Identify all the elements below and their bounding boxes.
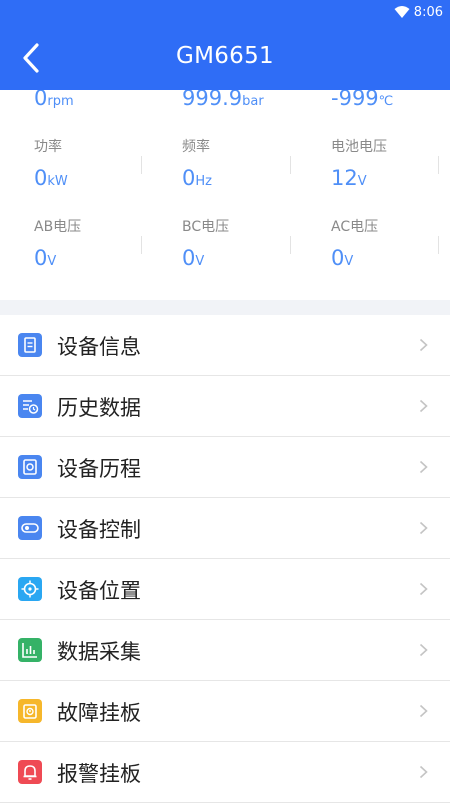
stat-value: 12V [331,166,367,190]
stat-value: 0kW [34,166,68,190]
chevron-right-icon [419,338,428,352]
column-divider [141,236,142,254]
section-gap [0,300,450,315]
menu-item-label: 设备位置 [57,579,141,603]
stat-value: 0V [34,246,57,270]
stat-label: 功率 [34,139,62,155]
location-icon [18,577,42,601]
fault-icon [18,699,42,723]
stats-panel: 0rpm 999.9bar -999℃ 功率 0kW 频率 0Hz 电池电压 1… [0,90,450,300]
menu-item-label: 数据采集 [57,640,141,664]
column-divider [438,156,439,174]
chevron-right-icon [419,643,428,657]
stat-label: BC电压 [182,219,230,235]
menu-item-history-data[interactable]: 历史数据 [0,376,450,437]
menu-item-label: 设备历程 [57,457,141,481]
status-time: 8:06 [413,5,443,20]
stat-speed: 0rpm [34,90,164,110]
chevron-right-icon [419,399,428,413]
stat-label: 电池电压 [331,139,387,155]
info-doc-icon [18,333,42,357]
wifi-icon [394,6,410,18]
stat-value: 999.9bar [182,90,264,110]
menu-item-device-record[interactable]: 设备历程 [0,437,450,498]
chevron-right-icon [419,521,428,535]
stat-bc-voltage: BC电压 0V [182,216,312,270]
chart-icon [18,638,42,662]
alarm-icon [18,760,42,784]
stat-value: 0V [331,246,354,270]
history-icon [18,394,42,418]
column-divider [141,156,142,174]
page-title: GM6651 [175,43,274,69]
menu-item-label: 故障挂板 [57,701,141,725]
menu-item-alarm-board[interactable]: 报警挂板 [0,742,450,803]
stat-label: 频率 [182,139,210,155]
stat-label: AC电压 [331,219,379,235]
stat-value: 0V [182,246,205,270]
stat-value: -999℃ [331,90,394,110]
stat-value: 0rpm [34,90,74,110]
column-divider [438,236,439,254]
app-bar: GM6651 [0,26,450,90]
stat-label: AB电压 [34,219,82,235]
chevron-right-icon [419,582,428,596]
stat-ab-voltage: AB电压 0V [34,216,164,270]
chevron-right-icon [419,460,428,474]
record-icon [18,455,42,479]
stat-frequency: 频率 0Hz [182,136,312,190]
stat-temperature: -999℃ [331,90,450,110]
stat-ac-voltage: AC电压 0V [331,216,450,270]
menu-item-data-collection[interactable]: 数据采集 [0,620,450,681]
menu-item-label: 报警挂板 [57,762,141,786]
column-divider [290,156,291,174]
menu-item-device-control[interactable]: 设备控制 [0,498,450,559]
menu-item-device-location[interactable]: 设备位置 [0,559,450,620]
control-icon [18,516,42,540]
stat-value: 0Hz [182,166,212,190]
status-bar: 8:06 [0,0,450,26]
menu-item-label: 设备控制 [57,518,141,542]
menu-list: 设备信息 历史数据 设备历程 设备控制 设备位置 数据采集 故障挂板 报警挂板 [0,315,450,803]
stat-pressure: 999.9bar [182,90,312,110]
chevron-right-icon [419,765,428,779]
column-divider [290,236,291,254]
stat-battery-voltage: 电池电压 12V [331,136,450,190]
chevron-right-icon [419,704,428,718]
menu-item-device-info[interactable]: 设备信息 [0,315,450,376]
menu-item-label: 设备信息 [57,335,141,359]
menu-item-label: 历史数据 [57,396,141,420]
stat-power: 功率 0kW [34,136,164,190]
menu-item-fault-board[interactable]: 故障挂板 [0,681,450,742]
